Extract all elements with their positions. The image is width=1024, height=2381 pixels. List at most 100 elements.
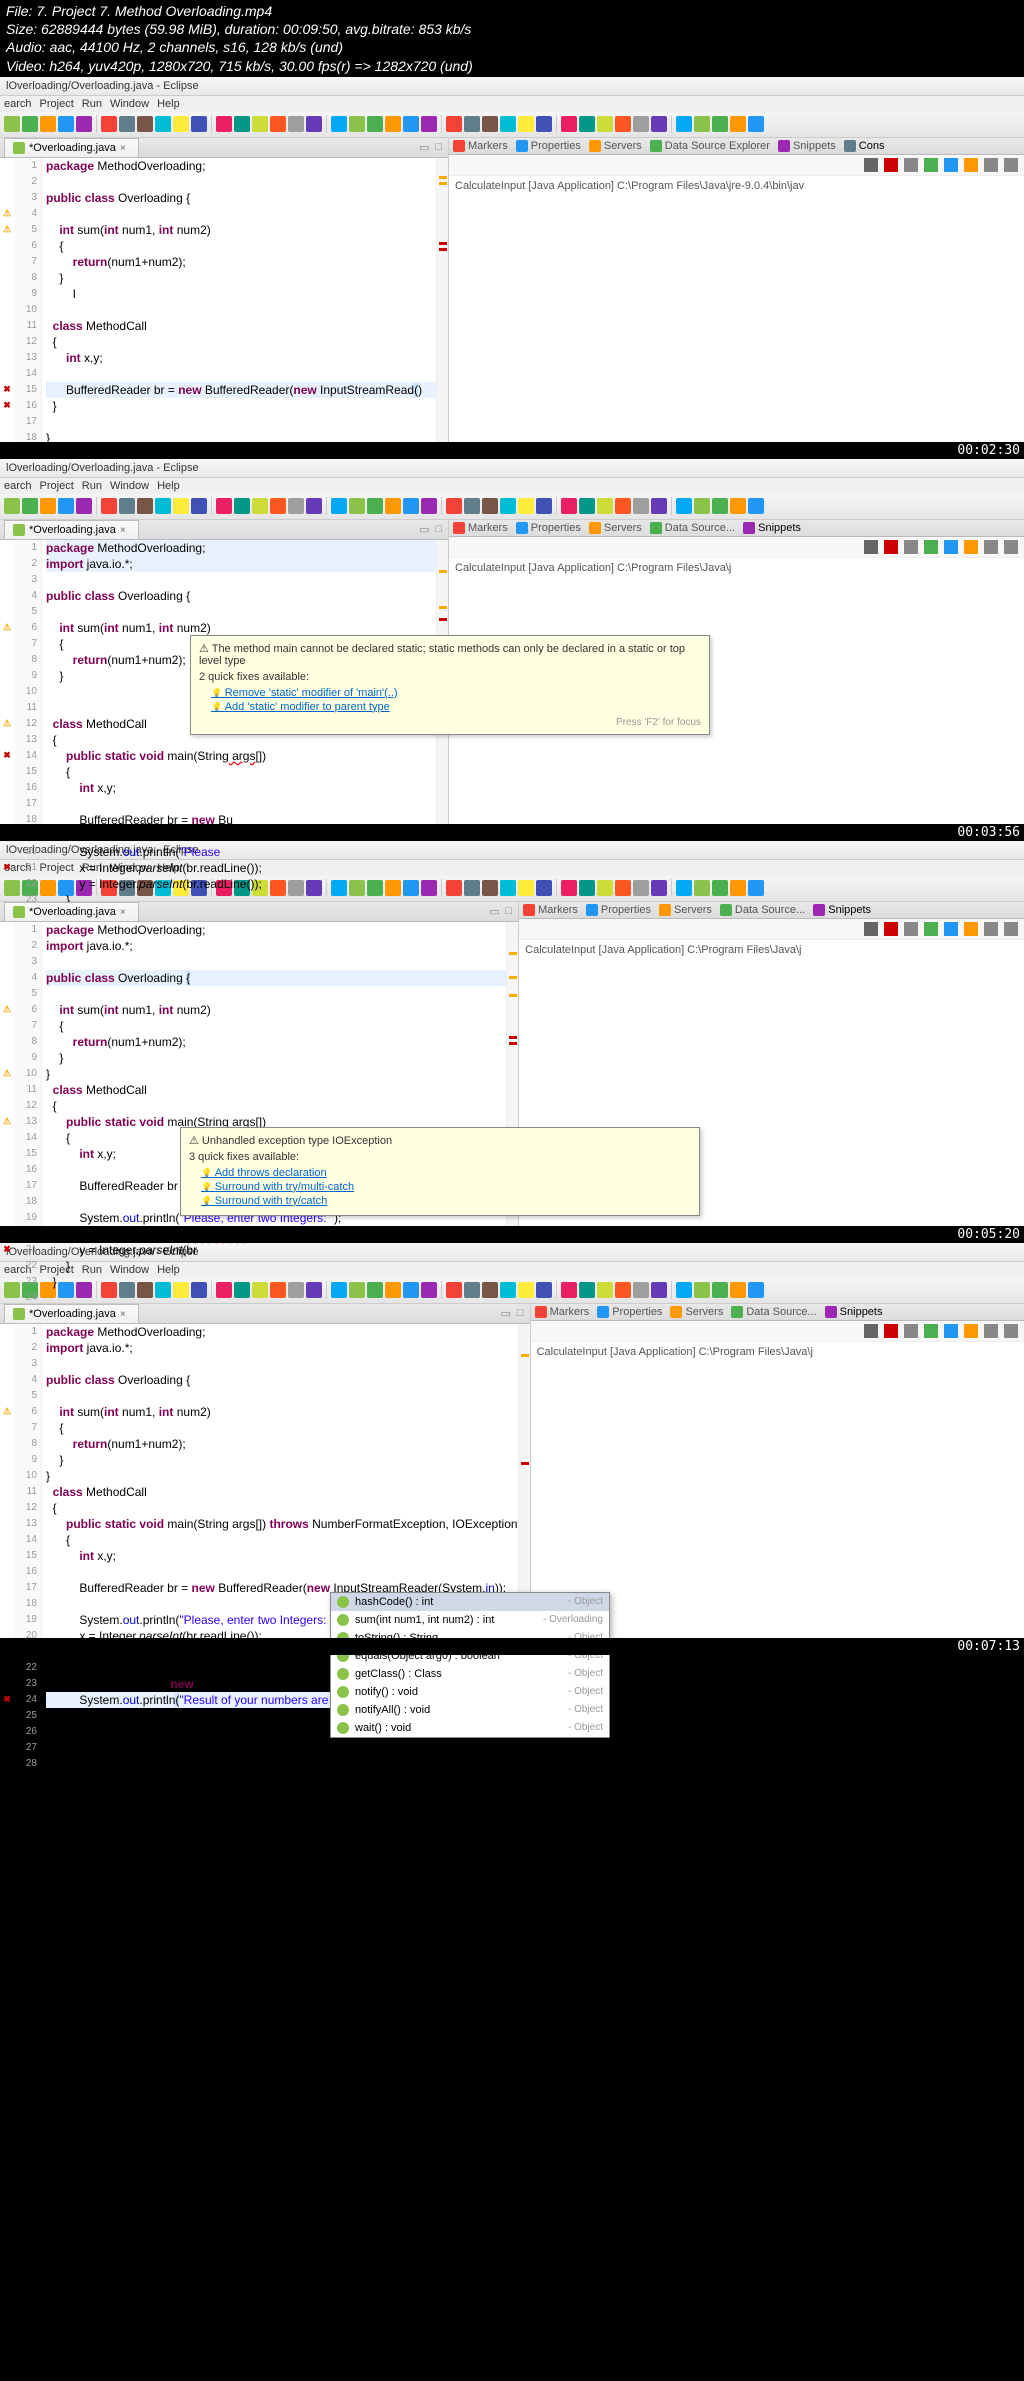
toolbar-button-32[interactable] [615, 116, 631, 132]
toolbar-button-4[interactable] [76, 116, 92, 132]
toolbar-button-16[interactable] [306, 498, 322, 514]
ruler-marker[interactable] [439, 176, 447, 179]
close-icon[interactable]: × [120, 1309, 130, 1319]
autocomplete-item[interactable]: hashCode() : int - Object [331, 1593, 609, 1611]
line-marker[interactable]: ✖ [0, 860, 14, 876]
toolbar-button-24[interactable] [464, 880, 480, 896]
toolbar-button-36[interactable] [694, 116, 710, 132]
toolbar-button-16[interactable] [306, 116, 322, 132]
code-line[interactable]: { [46, 238, 436, 254]
toolbar-button-39[interactable] [748, 1282, 764, 1298]
code-line[interactable] [46, 604, 436, 620]
code-line[interactable] [46, 986, 506, 1002]
code-line[interactable]: y = Integer.parseInt(br [46, 1242, 506, 1258]
menu-help[interactable]: Help [157, 480, 180, 492]
code-line[interactable]: } [46, 1066, 506, 1082]
toolbar-button-23[interactable] [446, 116, 462, 132]
toolbar-button-35[interactable] [676, 498, 692, 514]
panel-tab-properties[interactable]: Properties [597, 1306, 662, 1318]
toolbar-button-20[interactable] [385, 498, 401, 514]
code-line[interactable] [46, 174, 436, 190]
toolbar-button-7[interactable] [137, 116, 153, 132]
toolbar-button-33[interactable] [633, 498, 649, 514]
toolbar-button-36[interactable] [694, 880, 710, 896]
toolbar-button-31[interactable] [597, 498, 613, 514]
console-toolbar-button-3[interactable] [924, 540, 938, 554]
menu-help[interactable]: Help [157, 98, 180, 110]
minimize-icon[interactable]: ▭ [489, 905, 499, 918]
toolbar-button-6[interactable] [119, 498, 135, 514]
toolbar-button-12[interactable] [234, 498, 250, 514]
toolbar-button-33[interactable] [633, 116, 649, 132]
ruler-marker[interactable] [439, 618, 447, 621]
menu-earch[interactable]: earch [4, 480, 32, 492]
code-line[interactable]: { [46, 1532, 518, 1548]
menu-project[interactable]: Project [40, 480, 74, 492]
menu-window[interactable]: Window [110, 480, 149, 492]
minimize-icon[interactable]: ▭ [419, 141, 429, 154]
line-marker[interactable]: ⚠ [0, 1002, 14, 1018]
ruler-marker[interactable] [509, 1036, 517, 1039]
toolbar-button-25[interactable] [482, 498, 498, 514]
menu-project[interactable]: Project [40, 98, 74, 110]
code-line[interactable]: { [46, 334, 436, 350]
toolbar-button-38[interactable] [730, 116, 746, 132]
code-line[interactable]: int sum(int num1, int num2) [46, 1002, 506, 1018]
console-toolbar-button-2[interactable] [904, 1324, 918, 1338]
ruler-marker[interactable] [509, 1042, 517, 1045]
editor-tab[interactable]: *Overloading.java× [4, 1304, 139, 1323]
ruler-marker[interactable] [509, 994, 517, 997]
ruler-marker[interactable] [509, 952, 517, 955]
toolbar-button-11[interactable] [216, 116, 232, 132]
console-toolbar-button-1[interactable] [884, 540, 898, 554]
console-toolbar-button-0[interactable] [864, 540, 878, 554]
code-line[interactable]: class MethodCall [46, 318, 436, 334]
minimize-icon[interactable]: ▭ [501, 1307, 511, 1320]
code-line[interactable]: int sum(int num1, int num2) [46, 222, 436, 238]
console-toolbar-button-3[interactable] [924, 922, 938, 936]
line-marker[interactable]: ✖ [0, 1692, 14, 1708]
code-line[interactable]: } [46, 1050, 506, 1066]
ruler-marker[interactable] [439, 182, 447, 185]
line-marker[interactable]: ⚠ [0, 716, 14, 732]
code-line[interactable]: package MethodOverloading; [46, 922, 506, 938]
line-marker[interactable]: ⚠ [0, 1066, 14, 1082]
toolbar-button-26[interactable] [500, 116, 516, 132]
toolbar-button-27[interactable] [518, 116, 534, 132]
toolbar-button-34[interactable] [651, 116, 667, 132]
toolbar-button-37[interactable] [712, 498, 728, 514]
toolbar-button-36[interactable] [694, 1282, 710, 1298]
toolbar-button-38[interactable] [730, 1282, 746, 1298]
code-line[interactable]: y = Integer.parseInt(br.readLine()); [46, 876, 436, 892]
console-toolbar-button-6[interactable] [984, 540, 998, 554]
code-line[interactable]: int sum(int num1, int num2) [46, 1404, 518, 1420]
code-line[interactable]: int x,y; [46, 1548, 518, 1564]
code-line[interactable]: return(num1+num2); [46, 1034, 506, 1050]
toolbar-button-19[interactable] [367, 116, 383, 132]
autocomplete-item[interactable]: sum(int num1, int num2) : int - Overload… [331, 1611, 609, 1629]
panel-tab-datasourceexplorer[interactable]: Data Source Explorer [650, 140, 770, 152]
code-line[interactable]: return(num1+num2); [46, 254, 436, 270]
panel-tab-markers[interactable]: Markers [453, 522, 508, 534]
toolbar-button-27[interactable] [518, 880, 534, 896]
toolbar-button-27[interactable] [518, 1282, 534, 1298]
menu-run[interactable]: Run [82, 98, 102, 110]
toolbar-button-37[interactable] [712, 116, 728, 132]
menu-window[interactable]: Window [110, 98, 149, 110]
maximize-icon[interactable]: □ [435, 141, 442, 154]
toolbar-button-2[interactable] [40, 116, 56, 132]
panel-tab-servers[interactable]: Servers [670, 1306, 723, 1318]
toolbar-button-26[interactable] [500, 498, 516, 514]
toolbar-button-30[interactable] [579, 880, 595, 896]
toolbar-button-11[interactable] [216, 498, 232, 514]
toolbar-button-28[interactable] [536, 116, 552, 132]
console-toolbar-button-1[interactable] [884, 1324, 898, 1338]
close-icon[interactable]: × [120, 907, 130, 917]
console-toolbar-button-4[interactable] [944, 158, 958, 172]
minimize-icon[interactable]: ▭ [419, 523, 429, 536]
toolbar-button-0[interactable] [4, 116, 20, 132]
console-toolbar-button-2[interactable] [904, 540, 918, 554]
code-line[interactable]: import java.io.*; [46, 938, 506, 954]
console-toolbar-button-2[interactable] [904, 158, 918, 172]
toolbar-button-27[interactable] [518, 498, 534, 514]
